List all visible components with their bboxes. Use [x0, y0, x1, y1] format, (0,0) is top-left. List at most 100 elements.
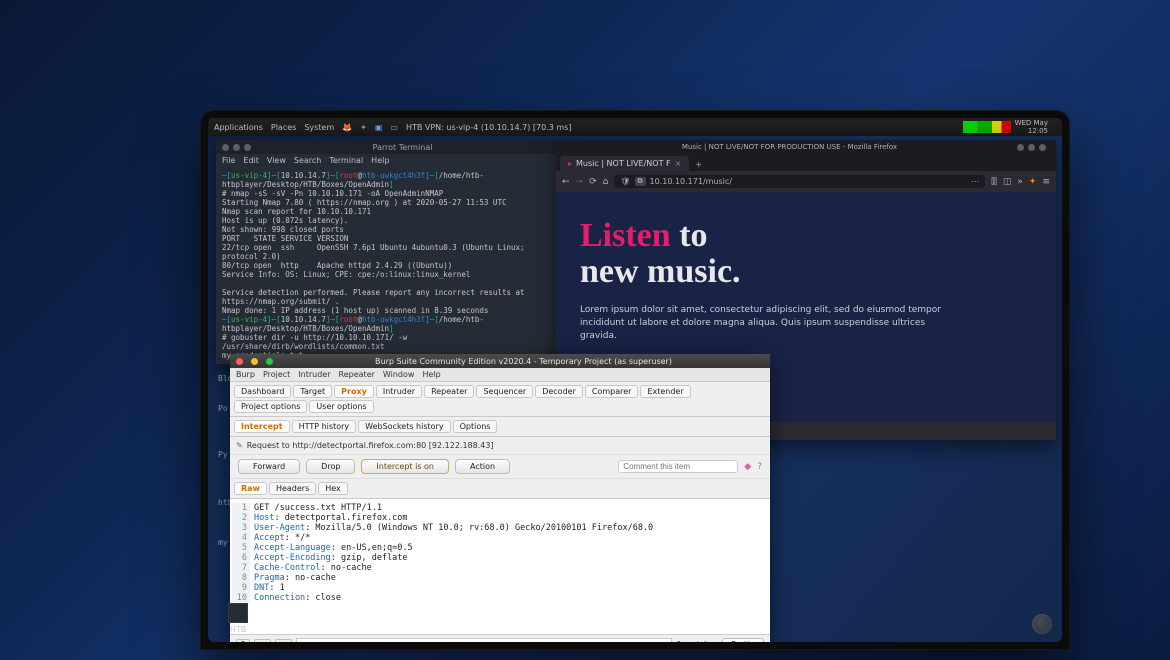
terminal-icon[interactable]: ▣: [375, 123, 383, 132]
viewtab-hex[interactable]: Hex: [318, 482, 348, 495]
desktop-label: Po: [218, 404, 228, 413]
maximize-icon[interactable]: [266, 358, 273, 365]
forward-icon[interactable]: →: [576, 177, 584, 187]
tab-target[interactable]: Target: [293, 385, 332, 398]
menu-icon[interactable]: ≡: [1042, 177, 1050, 187]
menu-repeater[interactable]: Repeater: [339, 370, 375, 379]
burp-sub-tabs: InterceptHTTP historyWebSockets historyO…: [230, 417, 770, 437]
laptop-frame: Applications Places System 🦊 ✦ ▣ ▭ HTB V…: [200, 110, 1070, 650]
minimize-icon[interactable]: [1017, 144, 1024, 151]
terminal-window[interactable]: Parrot Terminal File Edit View Search Te…: [216, 140, 556, 364]
highlight-icon[interactable]: ◆: [744, 462, 751, 472]
menu-file[interactable]: File: [222, 156, 235, 165]
menu-help[interactable]: Help: [422, 370, 440, 379]
request-target-bar: ✎ Request to http://detectportal.firefox…: [230, 437, 770, 455]
intercept-toggle-button[interactable]: Intercept is on: [361, 459, 449, 474]
close-icon[interactable]: [236, 358, 243, 365]
new-tab-button[interactable]: +: [689, 158, 708, 171]
library-icon[interactable]: ⫿⫿: [991, 177, 997, 187]
tab-project-options[interactable]: Project options: [234, 400, 307, 413]
overflow-icon[interactable]: »: [1017, 177, 1023, 187]
back-icon[interactable]: ←: [562, 177, 570, 187]
tab-proxy[interactable]: Proxy: [334, 385, 374, 398]
subtab-websockets-history[interactable]: WebSockets history: [358, 420, 450, 433]
tab-dashboard[interactable]: Dashboard: [234, 385, 291, 398]
viewtab-headers[interactable]: Headers: [269, 482, 316, 495]
vpn-status: HTB VPN: us-vip-4 (10.10.14.7) [70.3 ms]: [406, 123, 572, 132]
menu-terminal[interactable]: Terminal: [329, 156, 363, 165]
search-prev-icon[interactable]: ←: [254, 639, 271, 642]
help-icon[interactable]: ?: [757, 462, 762, 472]
reload-icon[interactable]: ⟳: [589, 177, 597, 187]
forward-button[interactable]: Forward: [238, 459, 300, 474]
raw-request[interactable]: 1GET /success.txt HTTP/1.12Host: detectp…: [230, 499, 770, 634]
drop-button[interactable]: Drop: [306, 459, 355, 474]
htb-icon: [228, 603, 248, 623]
taskbar-item-htb[interactable]: HTB: [228, 603, 248, 634]
url-bar[interactable]: 🛡 ⧉ 10.10.10.171/music/ ⋯: [614, 175, 985, 188]
tab-sequencer[interactable]: Sequencer: [476, 385, 533, 398]
burp-view-tabs: RawHeadersHex: [230, 479, 770, 499]
tab-user-options[interactable]: User options: [309, 400, 373, 413]
menu-project[interactable]: Project: [263, 370, 290, 379]
url-text: 10.10.10.171/music/: [650, 177, 732, 186]
maximize-icon[interactable]: [1028, 144, 1035, 151]
menu-places[interactable]: Places: [271, 123, 296, 132]
tab-close-icon[interactable]: ×: [675, 159, 682, 168]
menu-search[interactable]: Search: [294, 156, 321, 165]
audio-visualizer: [963, 121, 1011, 133]
subtab-options[interactable]: Options: [453, 420, 498, 433]
firefox-icon[interactable]: 🦊: [342, 123, 352, 132]
menu-burp[interactable]: Burp: [236, 370, 255, 379]
menu-edit[interactable]: Edit: [243, 156, 259, 165]
subtab-intercept[interactable]: Intercept: [234, 420, 290, 433]
close-icon[interactable]: [222, 144, 229, 151]
close-icon[interactable]: [1039, 144, 1046, 151]
page-action-icon[interactable]: ⋯: [971, 177, 979, 186]
menu-view[interactable]: View: [267, 156, 286, 165]
menu-intruder[interactable]: Intruder: [298, 370, 330, 379]
viewtab-raw[interactable]: Raw: [234, 482, 267, 495]
minimize-icon[interactable]: [233, 144, 240, 151]
desktop-label: my: [218, 538, 228, 547]
request-target: Request to http://detectportal.firefox.c…: [247, 441, 494, 450]
star-icon[interactable]: ✦: [360, 123, 367, 132]
browser-tab[interactable]: ▸ Music | NOT LIVE/NOT F ×: [560, 156, 689, 171]
search-settings-icon[interactable]: ?: [236, 639, 250, 642]
home-icon[interactable]: ⌂: [603, 177, 609, 187]
search-next-icon[interactable]: →: [275, 639, 292, 642]
desktop-screen: Applications Places System 🦊 ✦ ▣ ▭ HTB V…: [208, 118, 1062, 642]
sidebar-icon[interactable]: ◫: [1003, 177, 1012, 187]
pretty-button[interactable]: Pretty: [722, 638, 764, 642]
menu-applications[interactable]: Applications: [214, 123, 263, 132]
tab-repeater[interactable]: Repeater: [424, 385, 474, 398]
tab-intruder[interactable]: Intruder: [376, 385, 422, 398]
tab-extender[interactable]: Extender: [640, 385, 690, 398]
ext-badge[interactable]: ⧉: [635, 177, 646, 186]
window-icon[interactable]: ▭: [390, 123, 398, 132]
action-button[interactable]: Action: [455, 459, 510, 474]
burp-window[interactable]: Burp Suite Community Edition v2020.4 - T…: [230, 354, 770, 642]
maximize-icon[interactable]: [244, 144, 251, 151]
tab-comparer[interactable]: Comparer: [585, 385, 639, 398]
burp-menubar[interactable]: Burp Project Intruder Repeater Window He…: [230, 368, 770, 382]
search-input[interactable]: [296, 638, 673, 642]
menu-system[interactable]: System: [304, 123, 334, 132]
panel-clock[interactable]: WED May12:05: [1015, 119, 1048, 135]
show-desktop-button[interactable]: [1032, 614, 1052, 634]
tab-decoder[interactable]: Decoder: [535, 385, 583, 398]
minimize-icon[interactable]: [251, 358, 258, 365]
menu-help[interactable]: Help: [371, 156, 389, 165]
search-bar: ? ← → 0 matches Pretty: [230, 634, 770, 642]
terminal-title: Parrot Terminal: [255, 143, 550, 152]
menu-window[interactable]: Window: [383, 370, 415, 379]
terminal-output[interactable]: ─[us-vip-4]─[10.10.14.7]─[root@htb-uwkgc…: [216, 167, 556, 364]
foxyproxy-icon[interactable]: ✦: [1029, 177, 1037, 187]
comment-input[interactable]: [618, 460, 738, 473]
shield-icon[interactable]: 🛡: [620, 177, 630, 186]
terminal-menubar[interactable]: File Edit View Search Terminal Help: [216, 154, 556, 167]
edit-icon[interactable]: ✎: [236, 441, 243, 450]
subtab-http-history[interactable]: HTTP history: [292, 420, 357, 433]
tab-label: Music | NOT LIVE/NOT F: [576, 159, 671, 168]
firefox-tabstrip: ▸ Music | NOT LIVE/NOT F × +: [556, 154, 1056, 171]
